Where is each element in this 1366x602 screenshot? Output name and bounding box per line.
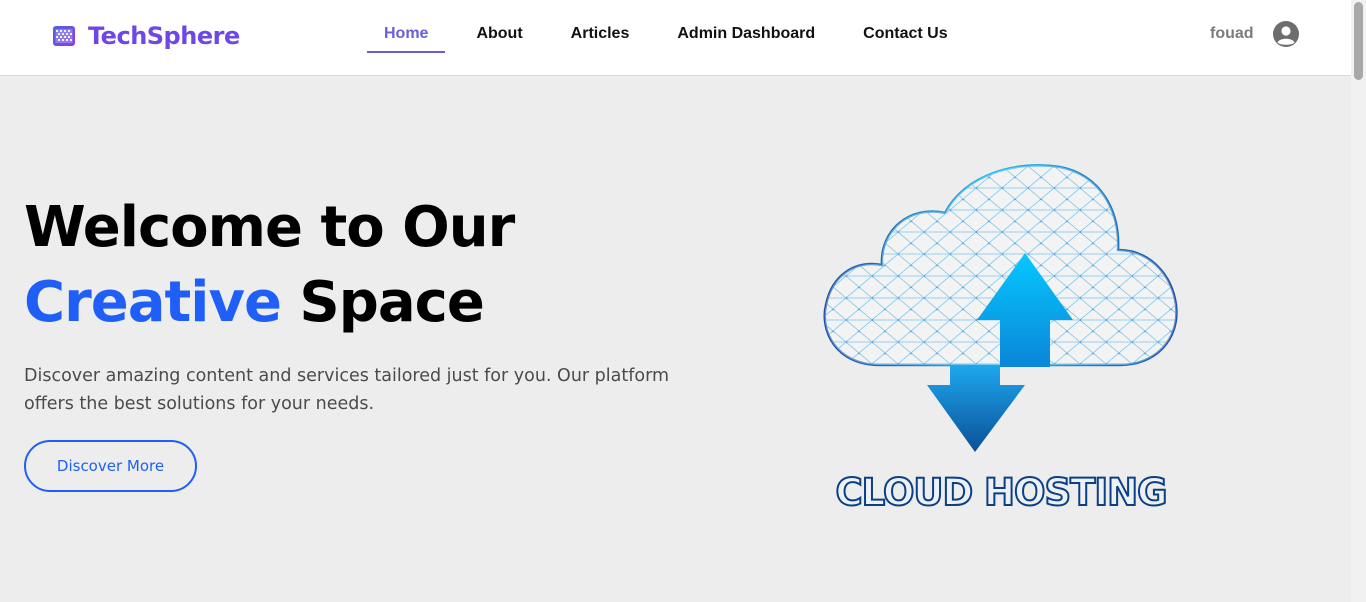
cloud-upload-download-icon (823, 164, 1178, 452)
hero-title-rest: Space (280, 270, 484, 335)
cloud-hosting-illustration: CLOUD HOSTING (820, 155, 1182, 520)
scrollbar-thumb[interactable] (1354, 2, 1363, 80)
nav-link-about[interactable]: About (459, 0, 539, 76)
nav-link-home[interactable]: Home (367, 0, 446, 76)
nav-link-articles[interactable]: Articles (554, 0, 647, 76)
cloud-hosting-label: CLOUD HOSTING (835, 470, 1169, 515)
top-navbar: TechSphere Home About Articles Admin Das… (0, 0, 1351, 76)
page-scrollbar[interactable] (1351, 0, 1366, 602)
hero-title-accent: Creative (24, 270, 282, 335)
user-avatar-icon[interactable] (1272, 20, 1300, 48)
brand-logo[interactable]: TechSphere (52, 22, 240, 50)
user-menu[interactable]: fouad (1210, 20, 1300, 48)
hero-title-line1: Welcome to Our (24, 195, 515, 260)
nav-link-admin-dashboard[interactable]: Admin Dashboard (660, 0, 832, 76)
hero-title: Welcome to Our Creative Space (24, 190, 515, 340)
brand-name: TechSphere (88, 22, 240, 50)
discover-more-button[interactable]: Discover More (24, 440, 197, 492)
nav-links: Home About Articles Admin Dashboard Cont… (367, 0, 979, 76)
grid-logo-icon (52, 24, 76, 48)
hero-description: Discover amazing content and services ta… (24, 366, 670, 414)
nav-link-contact-us[interactable]: Contact Us (846, 0, 964, 76)
user-name: fouad (1210, 25, 1254, 42)
